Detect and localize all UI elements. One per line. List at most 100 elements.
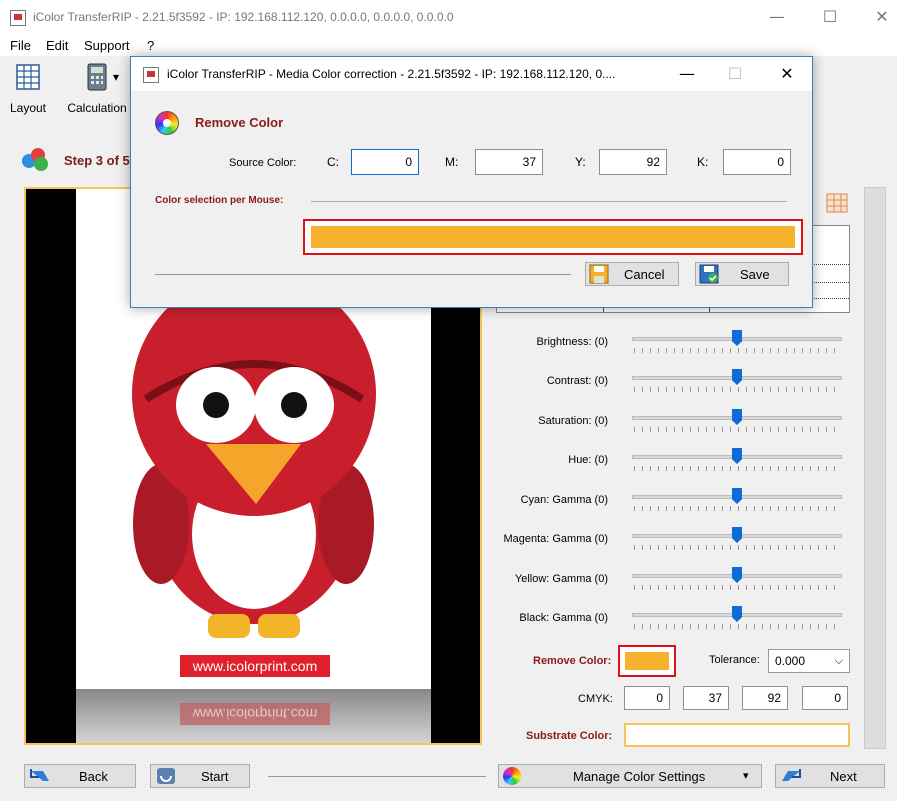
preview-url-reflection: www.icolorprint.com (180, 703, 330, 725)
remove-color-label: Remove Color: (533, 655, 612, 667)
slider-thumb[interactable] (732, 488, 742, 504)
maximize-button[interactable]: ☐ (810, 4, 850, 30)
preview-url-text: www.icolorprint.com (180, 655, 330, 677)
substrate-color-field[interactable] (624, 723, 850, 747)
adjustment-slider-row: Magenta: Gamma (0) (496, 527, 856, 557)
adjustment-label: Cyan: Gamma (0) (520, 494, 608, 506)
slider-ticks (634, 624, 840, 629)
menu-edit[interactable]: Edit (46, 38, 68, 53)
calculation-dropdown-icon[interactable]: ▾ (113, 70, 119, 84)
window-title: iColor TransferRIP - 2.21.5f3592 - IP: 1… (33, 10, 454, 24)
slider-ticks (634, 348, 840, 353)
slider-thumb[interactable] (732, 567, 742, 583)
slider-ticks (634, 506, 840, 511)
k-label: K: (697, 155, 709, 169)
adjustment-label: Hue: (0) (568, 454, 608, 466)
menu-file[interactable]: File (10, 38, 31, 53)
remove-color-row: Remove Color: Tolerance: 0.000 ⌵ (496, 645, 856, 677)
dialog-minimize-button[interactable]: — (667, 61, 707, 87)
adjustment-label: Saturation: (0) (538, 415, 608, 427)
slider-thumb[interactable] (732, 606, 742, 622)
grid-settings-icon[interactable] (826, 193, 848, 213)
substrate-label: Substrate Color: (526, 730, 613, 742)
layout-label: Layout (9, 101, 47, 115)
minimize-button[interactable]: — (757, 4, 797, 30)
dialog-close-button[interactable]: ✕ (767, 61, 807, 87)
adjustment-slider-row: Saturation: (0) (496, 409, 856, 439)
save-disk-icon (699, 264, 719, 284)
tolerance-select[interactable]: 0.000 ⌵ (768, 649, 850, 673)
y-input[interactable]: 92 (599, 149, 667, 175)
app-icon (10, 10, 26, 26)
cmyk-c-field[interactable]: 0 (624, 686, 670, 710)
layout-button[interactable]: Layout (6, 62, 50, 115)
slider-ticks (634, 466, 840, 471)
dialog-title: iColor TransferRIP - Media Color correct… (167, 67, 616, 81)
swatch-fill (625, 652, 669, 670)
slider-ticks (634, 387, 840, 392)
media-color-correction-dialog: iColor TransferRIP - Media Color correct… (130, 56, 813, 308)
cmyk-row: CMYK: 0 37 92 0 (496, 686, 856, 714)
slider-thumb[interactable] (732, 369, 742, 385)
m-label: M: (445, 155, 459, 169)
start-button[interactable]: Start (150, 764, 250, 788)
bottom-separator (268, 776, 486, 777)
menu-bar: File Edit Support ? (0, 34, 897, 56)
calculation-button[interactable]: Calculation (62, 62, 132, 115)
main-titlebar: iColor TransferRIP - 2.21.5f3592 - IP: 1… (0, 0, 897, 34)
cmyk-y-field[interactable]: 92 (742, 686, 788, 710)
panel-scrollbar[interactable] (864, 187, 886, 749)
slider-thumb[interactable] (732, 527, 742, 543)
k-input[interactable]: 0 (723, 149, 791, 175)
color-selection-label: Color selection per Mouse: (155, 195, 284, 206)
slider-ticks (634, 545, 840, 550)
menu-help[interactable]: ? (147, 38, 154, 53)
dialog-maximize-button: ☐ (727, 64, 743, 83)
cancel-button[interactable]: Cancel (585, 262, 679, 286)
color-circles-icon (22, 148, 50, 172)
slider-thumb[interactable] (732, 409, 742, 425)
start-icon (157, 768, 175, 784)
save-button[interactable]: Save (695, 262, 789, 286)
cmyk-label: CMYK: (578, 693, 613, 705)
adjustment-slider-row: Black: Gamma (0) (496, 606, 856, 636)
manage-color-settings-button[interactable]: Manage Color Settings ▾ (498, 764, 762, 788)
remove-color-swatch[interactable] (618, 645, 676, 677)
cmyk-m-field[interactable]: 37 (683, 686, 729, 710)
slider-thumb[interactable] (732, 330, 742, 346)
calculation-label: Calculation (67, 101, 127, 115)
adjustment-label: Contrast: (0) (546, 375, 608, 387)
picked-color-fill (311, 226, 795, 248)
color-picker-bar[interactable] (303, 219, 803, 255)
arrow-left-icon (30, 769, 49, 781)
adjustment-slider-row: Hue: (0) (496, 448, 856, 478)
c-input[interactable]: 0 (351, 149, 419, 175)
adjustment-slider-row: Cyan: Gamma (0) (496, 488, 856, 518)
tolerance-value: 0.000 (775, 654, 806, 668)
start-label: Start (201, 769, 229, 784)
menu-support[interactable]: Support (84, 38, 130, 53)
back-label: Back (79, 769, 108, 784)
slider-thumb[interactable] (732, 448, 742, 464)
slider-ticks (634, 585, 840, 590)
step-label: Step 3 of 5 (64, 153, 130, 168)
m-input[interactable]: 37 (475, 149, 543, 175)
adjustment-label: Yellow: Gamma (0) (514, 573, 608, 585)
y-label: Y: (575, 155, 586, 169)
manage-color-settings-label: Manage Color Settings (573, 769, 706, 784)
selection-divider (311, 201, 787, 202)
arrow-right-icon (782, 769, 801, 781)
adjustment-label: Magenta: Gamma (0) (503, 533, 608, 545)
cancel-label: Cancel (624, 267, 665, 282)
adjustment-slider-row: Yellow: Gamma (0) (496, 567, 856, 597)
back-button[interactable]: Back (24, 764, 136, 788)
tolerance-label: Tolerance: (709, 654, 760, 666)
substrate-row: Substrate Color: (496, 721, 856, 749)
slider-ticks (634, 427, 840, 432)
cmyk-k-field[interactable]: 0 (802, 686, 848, 710)
save-label: Save (740, 267, 770, 282)
source-color-label: Source Color: (229, 157, 297, 169)
adjustment-slider-row: Brightness: (0) (496, 330, 856, 360)
next-button[interactable]: Next (775, 764, 885, 788)
close-button[interactable]: ✕ (862, 4, 897, 30)
